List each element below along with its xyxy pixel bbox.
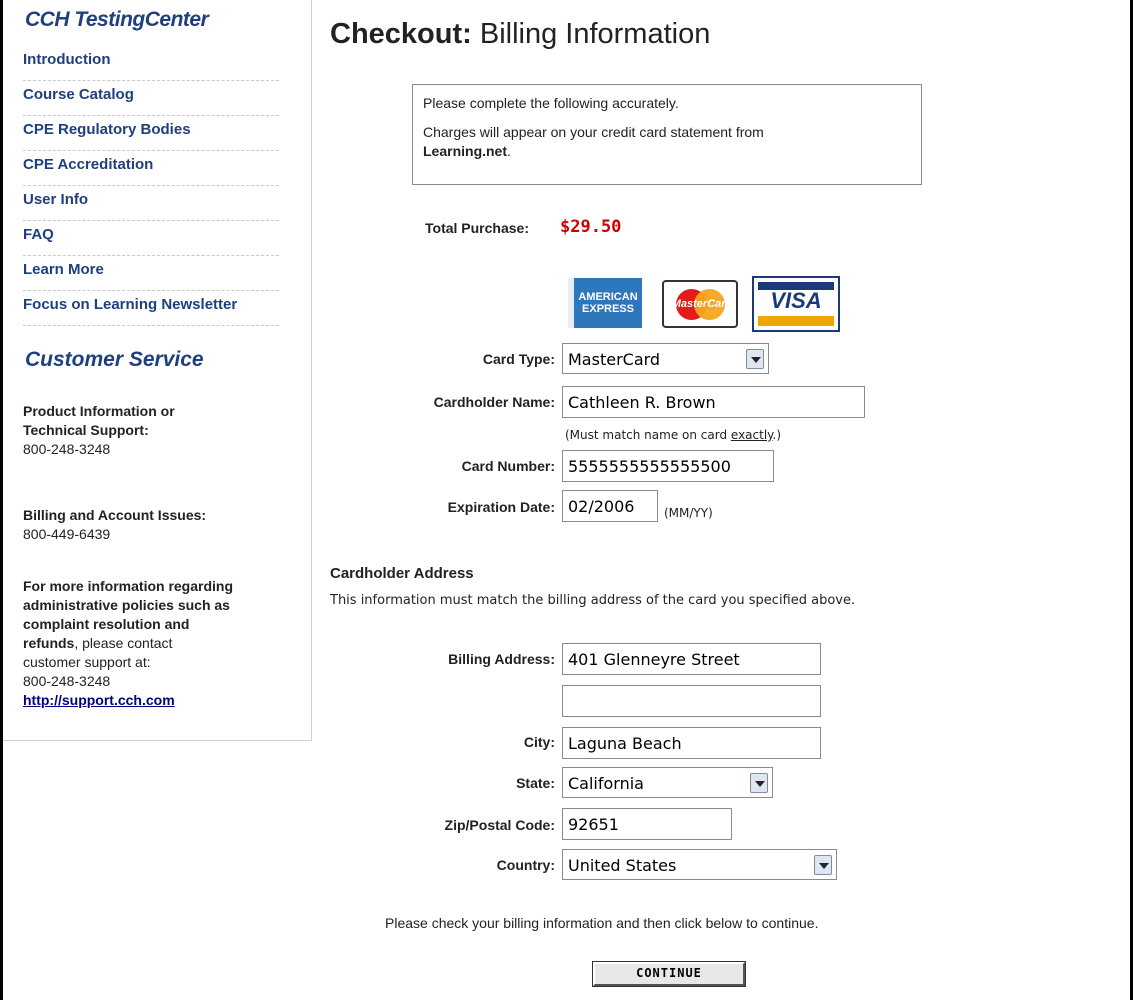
product-info-phone: 800-248-3248 <box>23 441 111 457</box>
product-info-label-2: Technical Support: <box>23 422 149 438</box>
product-info-label: Product Information or <box>23 403 175 419</box>
support-link[interactable]: http://support.cch.com <box>23 692 175 708</box>
sidebar-item-course-catalog[interactable]: Course Catalog <box>23 81 279 116</box>
chevron-down-icon[interactable] <box>750 773 768 793</box>
amex-logo-text: EXPRESS <box>582 303 634 315</box>
policy-refunds-text: refunds <box>23 635 75 651</box>
sidebar-item-cpe-accreditation[interactable]: CPE Accreditation <box>23 151 279 186</box>
billing-address-label: Billing Address: <box>448 651 555 667</box>
billing-issues-block: Billing and Account Issues: 800-449-6439 <box>23 506 303 544</box>
customer-service-heading: Customer Service <box>25 348 204 371</box>
notice-text: Charges will appear on your credit card … <box>423 124 764 140</box>
continue-button[interactable]: CONTINUE <box>592 961 746 987</box>
billing-check-note: Please check your billing information an… <box>385 915 819 931</box>
visa-logo-text: VISA <box>770 288 822 313</box>
expiration-format-hint: (MM/YY) <box>664 506 713 520</box>
notice-box: Please complete the following accurately… <box>412 84 922 185</box>
card-type-select[interactable]: MasterCard <box>562 343 769 374</box>
card-type-label: Card Type: <box>482 351 555 367</box>
card-number-input[interactable]: 5555555555555500 <box>562 450 774 482</box>
sidebar-item-cpe-regulatory-bodies[interactable]: CPE Regulatory Bodies <box>23 116 279 151</box>
visa-logo-icon: VISA <box>752 276 840 332</box>
cardholder-address-subtext: This information must match the billing … <box>330 593 856 608</box>
state-select[interactable]: California <box>562 767 773 798</box>
zip-code-label: Zip/Postal Code: <box>444 817 555 833</box>
policy-text-line: complaint resolution and <box>23 616 190 632</box>
notice-line-1: Please complete the following accurately… <box>423 95 679 111</box>
policy-text-line: For more information regarding <box>23 578 234 594</box>
policy-phone: 800-248-3248 <box>23 673 111 689</box>
notice-line-2: Charges will appear on your credit card … <box>423 123 911 161</box>
cardholder-name-label: Cardholder Name: <box>433 394 555 410</box>
sidebar-item-newsletter[interactable]: Focus on Learning Newsletter <box>23 291 279 326</box>
billing-address-line2-input[interactable] <box>562 685 821 717</box>
policy-text-line: customer support at: <box>23 654 151 670</box>
notice-period: . <box>507 143 511 159</box>
total-purchase-value: $29.50 <box>560 217 622 237</box>
cardholder-name-input[interactable]: Cathleen R. Brown <box>562 386 865 418</box>
chevron-down-icon[interactable] <box>814 855 832 875</box>
country-label: Country: <box>496 857 555 873</box>
brand-logo: CCH TestingCenter <box>25 8 209 31</box>
sidebar-item-introduction[interactable]: Introduction <box>23 46 279 81</box>
expiration-date-input[interactable]: 02/2006 <box>562 490 658 522</box>
sidebar-item-user-info[interactable]: User Info <box>23 186 279 221</box>
city-label: City: <box>523 734 555 750</box>
policy-text-line: refunds, please contact <box>23 634 303 653</box>
sidebar-nav: Introduction Course Catalog CPE Regulato… <box>23 46 279 326</box>
hint-text: .) <box>772 428 782 442</box>
sidebar-item-learn-more[interactable]: Learn More <box>23 256 279 291</box>
policy-block: For more information regarding administr… <box>23 577 303 710</box>
hint-text: (Must match name on card <box>565 428 731 442</box>
chevron-down-icon[interactable] <box>746 349 764 369</box>
mastercard-logo-icon: MasterCard <box>662 280 738 328</box>
policy-contact-text: , please contact <box>74 635 173 651</box>
page-title-rest: Billing Information <box>471 18 711 50</box>
expiration-date-label: Expiration Date: <box>447 499 555 515</box>
page-title-bold: Checkout: <box>330 18 472 50</box>
sidebar-item-faq[interactable]: FAQ <box>23 221 279 256</box>
country-value: United States <box>568 856 677 875</box>
policy-text-line: administrative policies such as <box>23 597 230 613</box>
amex-logo-text: AMERICAN <box>578 291 638 303</box>
state-value: California <box>568 774 644 793</box>
state-label: State: <box>516 775 555 791</box>
card-number-label: Card Number: <box>461 458 555 474</box>
country-select[interactable]: United States <box>562 849 837 880</box>
amex-logo-icon: AMERICAN EXPRESS <box>568 278 642 328</box>
notice-merchant-name: Learning.net <box>423 143 508 159</box>
billing-address-line1-input[interactable]: 401 Glenneyre Street <box>562 643 821 675</box>
page-title: Checkout: Billing Information <box>330 18 710 51</box>
billing-issues-label: Billing and Account Issues: <box>23 507 207 523</box>
cardholder-name-hint: (Must match name on card exactly.) <box>565 428 781 442</box>
sidebar: CCH TestingCenter Introduction Course Ca… <box>3 0 312 741</box>
product-info-block: Product Information or Technical Support… <box>23 402 303 459</box>
billing-issues-phone: 800-449-6439 <box>23 526 111 542</box>
exactly-link[interactable]: exactly <box>731 428 773 442</box>
zip-code-input[interactable]: 92651 <box>562 808 732 840</box>
cardholder-address-heading: Cardholder Address <box>330 565 474 582</box>
card-type-value: MasterCard <box>568 350 661 369</box>
total-purchase-label: Total Purchase: <box>425 220 529 236</box>
mastercard-logo-text: MasterCard <box>671 298 733 310</box>
city-input[interactable]: Laguna Beach <box>562 727 821 759</box>
